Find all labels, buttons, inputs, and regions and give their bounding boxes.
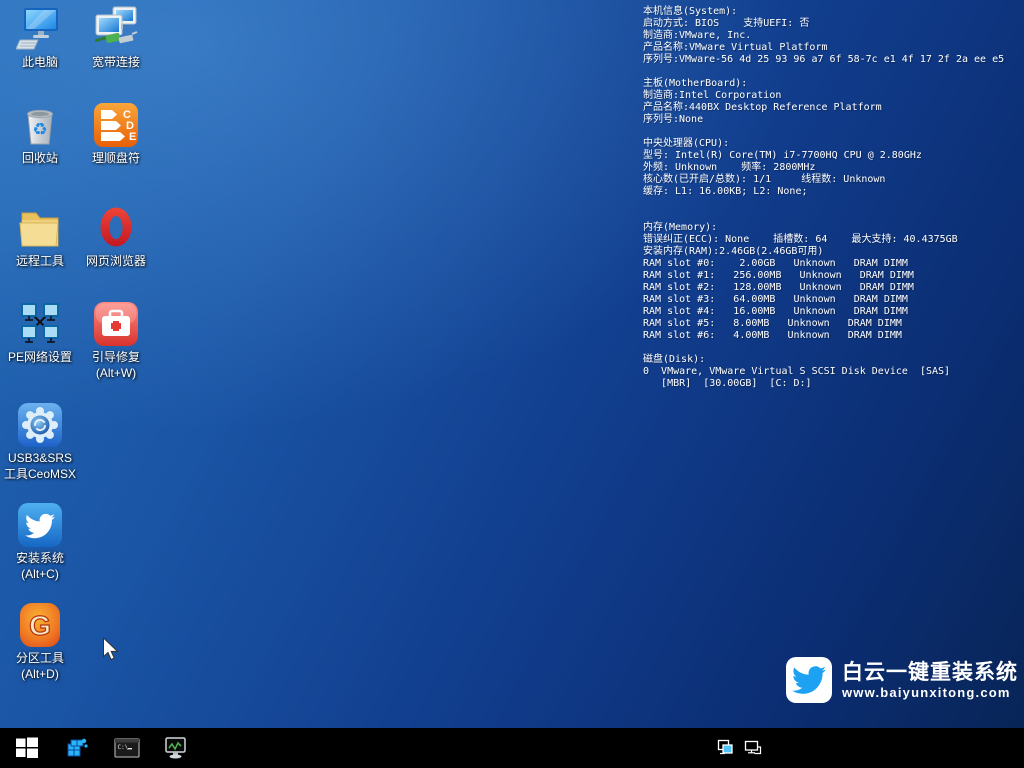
desktop-icon-label: 回收站 — [2, 150, 78, 166]
pe-tools-button[interactable] — [64, 735, 90, 761]
desktop-icon-label: 宽带连接 — [78, 54, 154, 70]
partition-g-glyph: G — [29, 610, 51, 641]
brand-title: 白云一键重装系统 — [842, 660, 1018, 685]
this-pc-icon — [2, 4, 78, 54]
desktop-icon-label-line2: (Alt+W) — [78, 365, 154, 381]
task-manager-button[interactable] — [164, 735, 190, 761]
desktop-icon-web-browser[interactable]: 网页浏览器 — [78, 203, 154, 269]
broadband-icon — [78, 4, 154, 54]
desktop-icon-remote-tools[interactable]: 远程工具 — [2, 203, 78, 269]
desktop-icon-label: 安装系统 — [2, 550, 78, 566]
pe-desktop: 此电脑 宽带连接 — [0, 0, 1024, 768]
desktop-icon-label: 分区工具 — [2, 650, 78, 666]
desktop-icon-this-pc[interactable]: 此电脑 — [2, 4, 78, 70]
brand-watermark: 白云一键重装系统 www.baiyunxitong.com — [786, 657, 1018, 703]
desktop-icon-partition-tool[interactable]: G 分区工具 (Alt+D) — [2, 600, 78, 682]
desktop-icon-broadband[interactable]: 宽带连接 — [78, 4, 154, 70]
desktop-icon-label: 此电脑 — [2, 54, 78, 70]
desktop-icon-label-line2: (Alt+C) — [2, 566, 78, 582]
desktop-icon-label: 理顺盘符 — [78, 150, 154, 166]
desktop-icon-label: 引导修复 — [78, 349, 154, 365]
desktop-icon-label: 远程工具 — [2, 253, 78, 269]
taskbar-left: C:\ — [14, 728, 190, 768]
bird-icon — [792, 663, 826, 697]
recycle-bin-icon: ♻ — [2, 100, 78, 150]
desktop-icon-label: PE网络设置 — [2, 349, 78, 365]
dual-display-icon — [717, 739, 735, 757]
drive-letter-icon: C D E — [78, 100, 154, 150]
network-monitor-icon — [744, 739, 762, 757]
folder-icon — [2, 203, 78, 253]
opera-browser-icon — [78, 203, 154, 253]
desktop-icon-boot-repair[interactable]: 引导修复 (Alt+W) — [78, 299, 154, 381]
cmd-window-icon: C:\ — [114, 736, 140, 760]
recycle-symbol: ♻ — [32, 120, 47, 139]
mouse-cursor — [102, 637, 120, 668]
system-info-text: 本机信息(System): 启动方式: BIOS 支持UEFI: 否 制造商:V… — [643, 6, 1004, 390]
drive-letter-e: E — [129, 131, 136, 143]
blue-cubes-icon — [65, 736, 89, 760]
command-prompt-button[interactable]: C:\ — [114, 735, 140, 761]
desktop-icon-recycle-bin[interactable]: ♻ 回收站 — [2, 100, 78, 166]
display-settings-tray-button[interactable] — [717, 739, 735, 757]
desktop-icon-usb3-srs-tool[interactable]: USB3&SRS 工具CeoMSX — [2, 400, 78, 482]
install-bird-icon — [2, 500, 78, 550]
network-tray-button[interactable] — [744, 739, 762, 757]
taskbar: C:\ — [0, 728, 1024, 768]
monitor-chart-icon — [164, 736, 190, 760]
cmd-prompt-glyph: C:\ — [118, 744, 129, 751]
desktop-icon-install-system[interactable]: 安装系统 (Alt+C) — [2, 500, 78, 582]
network-diagram-icon — [2, 299, 78, 349]
gear-badge-icon — [2, 400, 78, 450]
desktop-icon-label-line2: (Alt+D) — [2, 666, 78, 682]
desktop-icon-label: 网页浏览器 — [78, 253, 154, 269]
windows-logo-icon — [15, 736, 39, 760]
first-aid-kit-icon — [78, 299, 154, 349]
diskgenius-icon: G — [2, 600, 78, 650]
start-button[interactable] — [14, 735, 40, 761]
system-tray — [717, 739, 762, 757]
brand-logo-tile — [786, 657, 832, 703]
desktop-icon-drive-letter-tool[interactable]: C D E 理顺盘符 — [78, 100, 154, 166]
desktop-icon-label-line2: 工具CeoMSX — [2, 466, 78, 482]
desktop-icon-pe-network-settings[interactable]: PE网络设置 — [2, 299, 78, 365]
desktop-icon-label: USB3&SRS — [2, 450, 78, 466]
brand-url: www.baiyunxitong.com — [842, 685, 1018, 701]
